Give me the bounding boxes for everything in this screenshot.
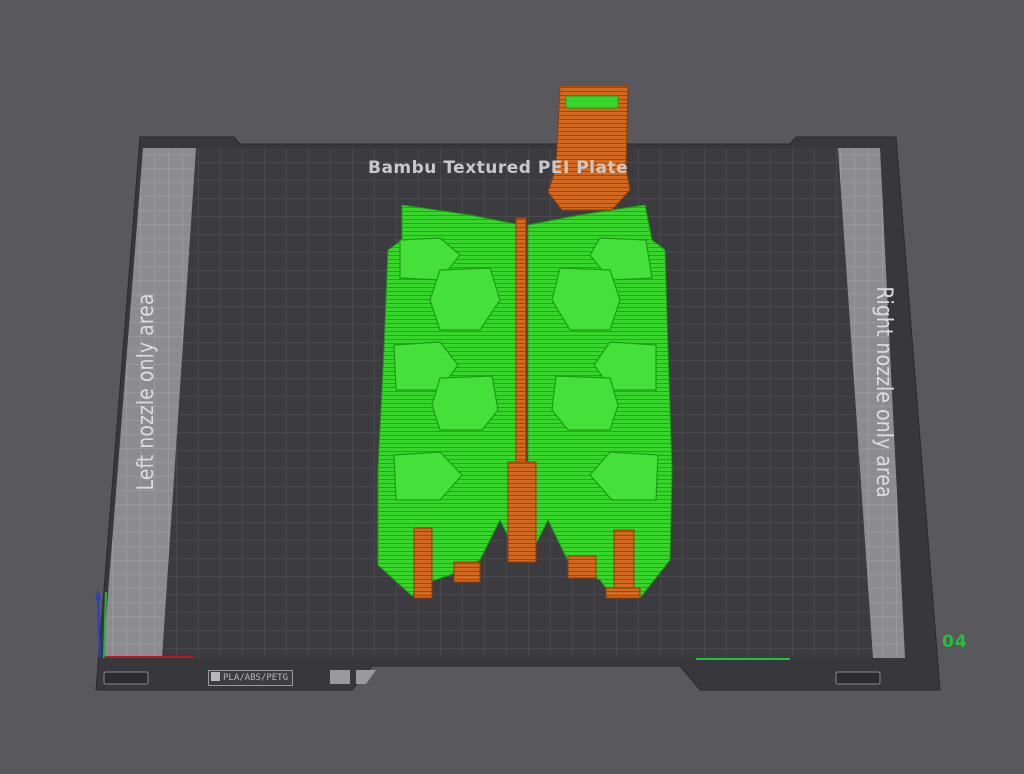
- plate-title: Bambu Textured PEI Plate: [368, 158, 629, 178]
- 3d-viewport[interactable]: Bambu Textured PEI Plate Left nozzle onl…: [0, 0, 1024, 774]
- bambu-logo-icon: [211, 672, 220, 681]
- left-nozzle-label: Left nozzle only area: [133, 293, 159, 491]
- plate-tab-right: [835, 671, 881, 685]
- z-axis-arrow: [95, 590, 101, 600]
- model-tab-right[interactable]: [567, 555, 597, 579]
- plate-number[interactable]: 04: [942, 632, 968, 652]
- right-nozzle-label: Right nozzle only area: [871, 286, 897, 498]
- model-clip-base-right[interactable]: [605, 587, 641, 599]
- plate-material-text: PLA/ABS/PETG: [223, 673, 289, 683]
- z-axis: [97, 595, 101, 658]
- plate-badge-wedge: [356, 670, 376, 684]
- model-clip-left[interactable]: [413, 527, 433, 599]
- model-tab-left[interactable]: [453, 561, 481, 583]
- plate-material-badge: PLA/ABS/PETG: [208, 670, 294, 686]
- plate-badge-bar: [330, 670, 350, 684]
- model-center-foot[interactable]: [507, 461, 537, 563]
- model-tower-top: [565, 95, 619, 109]
- plate-tab-left: [103, 671, 149, 685]
